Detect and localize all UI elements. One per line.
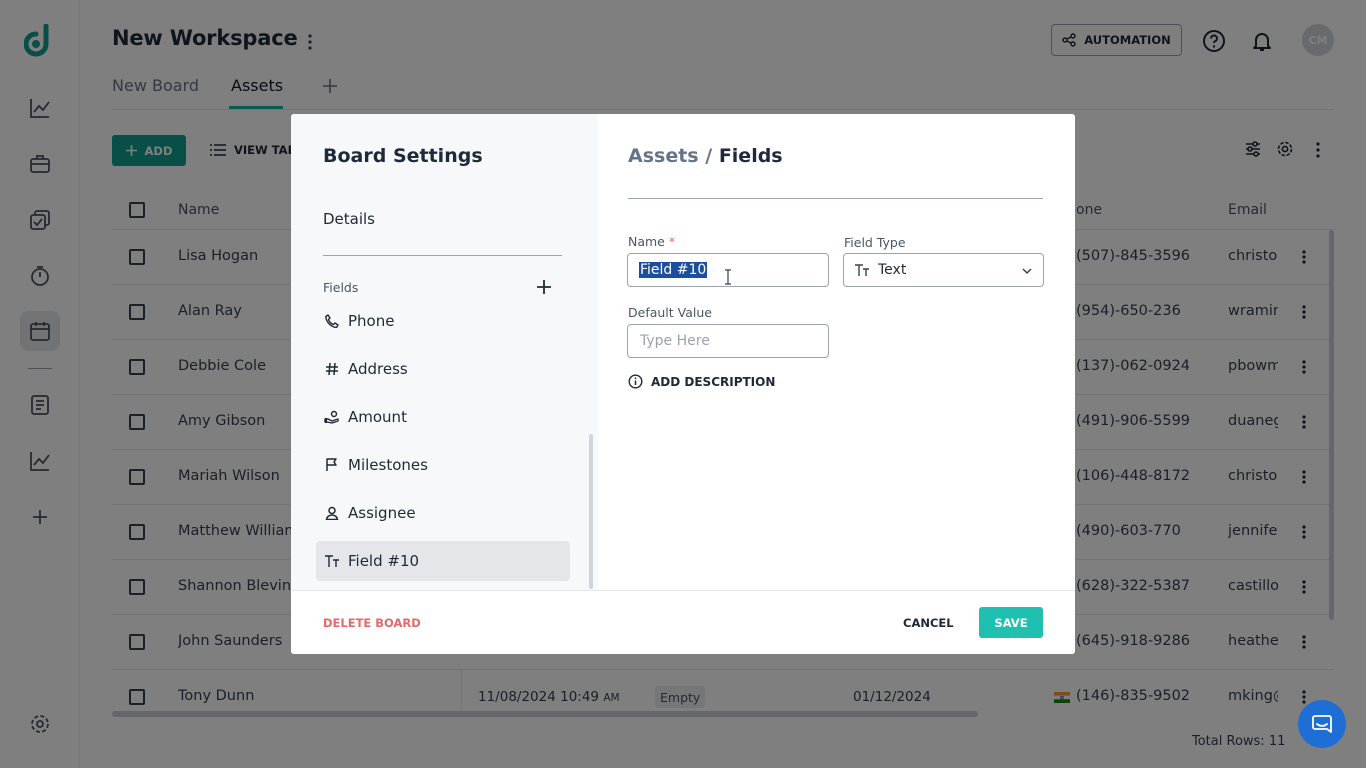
field-item-milestones[interactable]: Milestones: [316, 445, 570, 485]
modal-footer: DELETE BOARD CANCEL SAVE: [291, 590, 1075, 654]
user-icon: [324, 505, 340, 521]
default-value-input[interactable]: Type Here: [627, 324, 829, 358]
save-button[interactable]: SAVE: [979, 607, 1043, 638]
modal-title: Board Settings: [323, 145, 483, 167]
field-item-amount[interactable]: Amount: [316, 397, 570, 437]
sidebar-divider: [323, 255, 562, 256]
add-description-button[interactable]: ADD DESCRIPTION: [628, 374, 775, 389]
field-item-phone[interactable]: Phone: [316, 301, 570, 341]
field-item-label: Assignee: [348, 504, 416, 522]
text-cursor-icon: [723, 269, 733, 285]
details-nav-item[interactable]: Details: [323, 210, 375, 228]
text-type-icon: [854, 263, 870, 277]
chat-icon: [1311, 713, 1333, 735]
field-type-select[interactable]: Text: [843, 253, 1044, 287]
field-item-label: Address: [348, 360, 408, 378]
content-divider: [628, 198, 1043, 199]
phone-icon: [324, 313, 340, 329]
money-hand-icon: [324, 409, 340, 425]
delete-board-button[interactable]: DELETE BOARD: [323, 616, 421, 630]
hash-icon: [324, 361, 340, 377]
field-item-assignee[interactable]: Assignee: [316, 493, 570, 533]
text-type-icon: [324, 553, 340, 569]
field-item-label: Phone: [348, 312, 395, 330]
field-type-label: Field Type: [844, 235, 906, 250]
add-field-icon[interactable]: [537, 280, 555, 298]
field-type-value: Text: [878, 262, 907, 278]
name-field-label: Name *: [628, 234, 676, 249]
breadcrumb-current: Fields: [718, 145, 783, 167]
chat-support-button[interactable]: [1298, 700, 1346, 748]
sidebar-scrollbar[interactable]: [589, 434, 593, 589]
breadcrumb-separator: /: [705, 145, 713, 167]
field-item-label: Field #10: [348, 552, 420, 570]
default-value-placeholder: Type Here: [640, 333, 710, 349]
field-item-field-10[interactable]: Field #10: [316, 541, 570, 581]
default-value-label: Default Value: [628, 305, 712, 320]
field-item-label: Milestones: [348, 456, 428, 474]
add-description-label: ADD DESCRIPTION: [651, 374, 776, 389]
field-item-label: Amount: [348, 408, 407, 426]
board-settings-modal: Board Settings Details Fields Phone Addr…: [291, 114, 1075, 654]
flag-icon: [324, 457, 340, 473]
cancel-button[interactable]: CANCEL: [903, 616, 954, 630]
breadcrumb-parent[interactable]: Assets: [628, 145, 699, 167]
breadcrumb: Assets / Fields: [628, 145, 783, 167]
info-icon: [628, 374, 643, 389]
chevron-down-icon: [1021, 265, 1033, 277]
name-input-value: Field #10: [639, 262, 708, 278]
field-item-address[interactable]: Address: [316, 349, 570, 389]
settings-sidebar: Board Settings Details Fields Phone Addr…: [291, 114, 598, 590]
fields-section-label: Fields: [323, 280, 359, 295]
